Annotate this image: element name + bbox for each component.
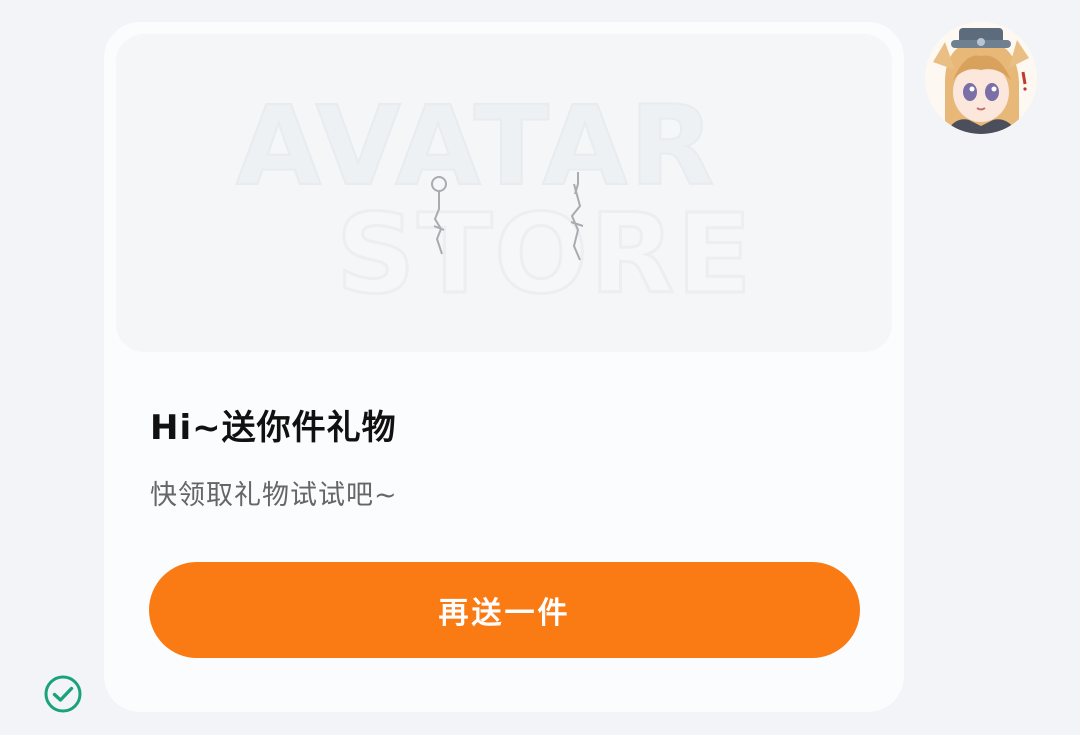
gift-message-card[interactable]: AVATAR STORE Hi~送你件礼物 快领取礼物试试吧~ 再送一件 [104, 22, 904, 712]
sender-avatar[interactable] [925, 22, 1037, 134]
gift-banner-image: AVATAR STORE [116, 34, 892, 352]
chat-screen: AVATAR STORE Hi~送你件礼物 快领取礼物试试吧~ 再送一件 [0, 0, 1080, 735]
gift-title: Hi~送你件礼物 [150, 408, 397, 448]
send-another-gift-button[interactable]: 再送一件 [149, 562, 860, 658]
banner-text-store: STORE [336, 190, 754, 318]
avatar-store-logo: AVATAR STORE [235, 81, 754, 320]
anime-girl-avatar-icon [925, 22, 1037, 134]
gift-subtitle: 快领取礼物试试吧~ [150, 480, 398, 511]
message-sent-check-icon [43, 674, 83, 714]
